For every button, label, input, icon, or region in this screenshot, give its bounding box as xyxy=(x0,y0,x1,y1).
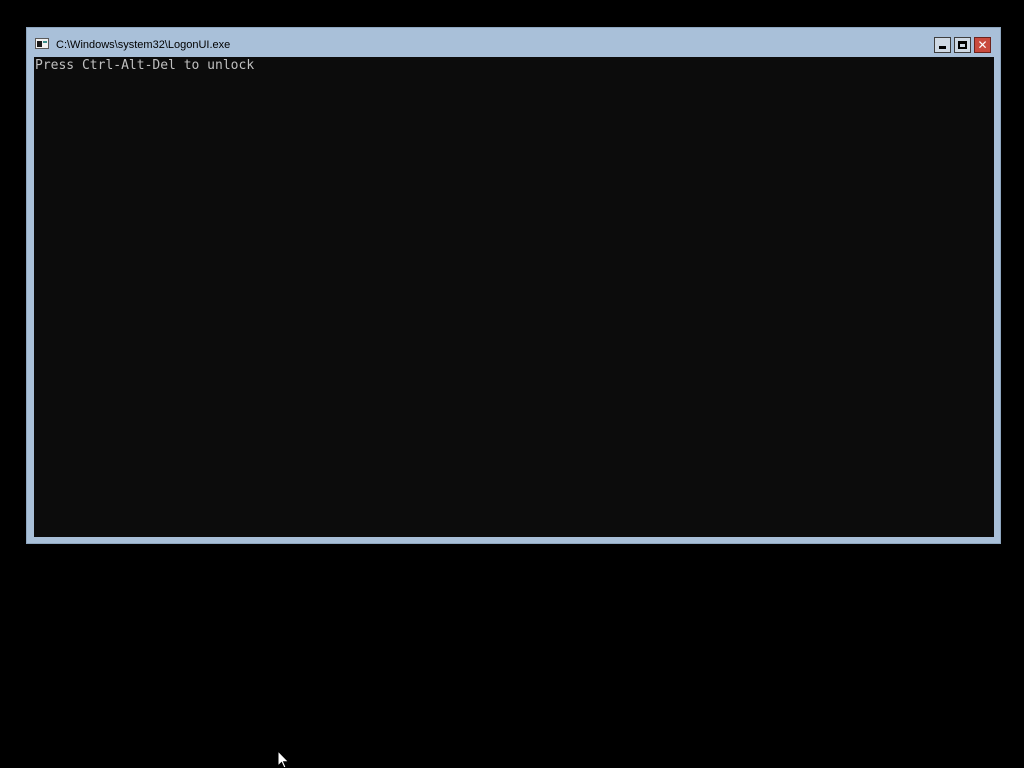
maximize-button[interactable] xyxy=(954,37,971,53)
window-title: C:\Windows\system32\LogonUI.exe xyxy=(56,39,231,51)
console-app-icon[interactable] xyxy=(35,38,49,49)
console-line: Press Ctrl-Alt-Del to unlock xyxy=(35,58,255,73)
close-icon: ✕ xyxy=(977,38,988,52)
title-bar[interactable]: C:\Windows\system32\LogonUI.exe ✕ xyxy=(27,28,1000,57)
console-window[interactable]: C:\Windows\system32\LogonUI.exe ✕ Press … xyxy=(26,27,1001,544)
minimize-button[interactable] xyxy=(934,37,951,53)
desktop: C:\Windows\system32\LogonUI.exe ✕ Press … xyxy=(0,0,1024,768)
console-output-area[interactable]: Press Ctrl-Alt-Del to unlock xyxy=(34,57,994,537)
mouse-pointer-icon xyxy=(277,750,290,768)
close-button[interactable]: ✕ xyxy=(974,37,991,53)
